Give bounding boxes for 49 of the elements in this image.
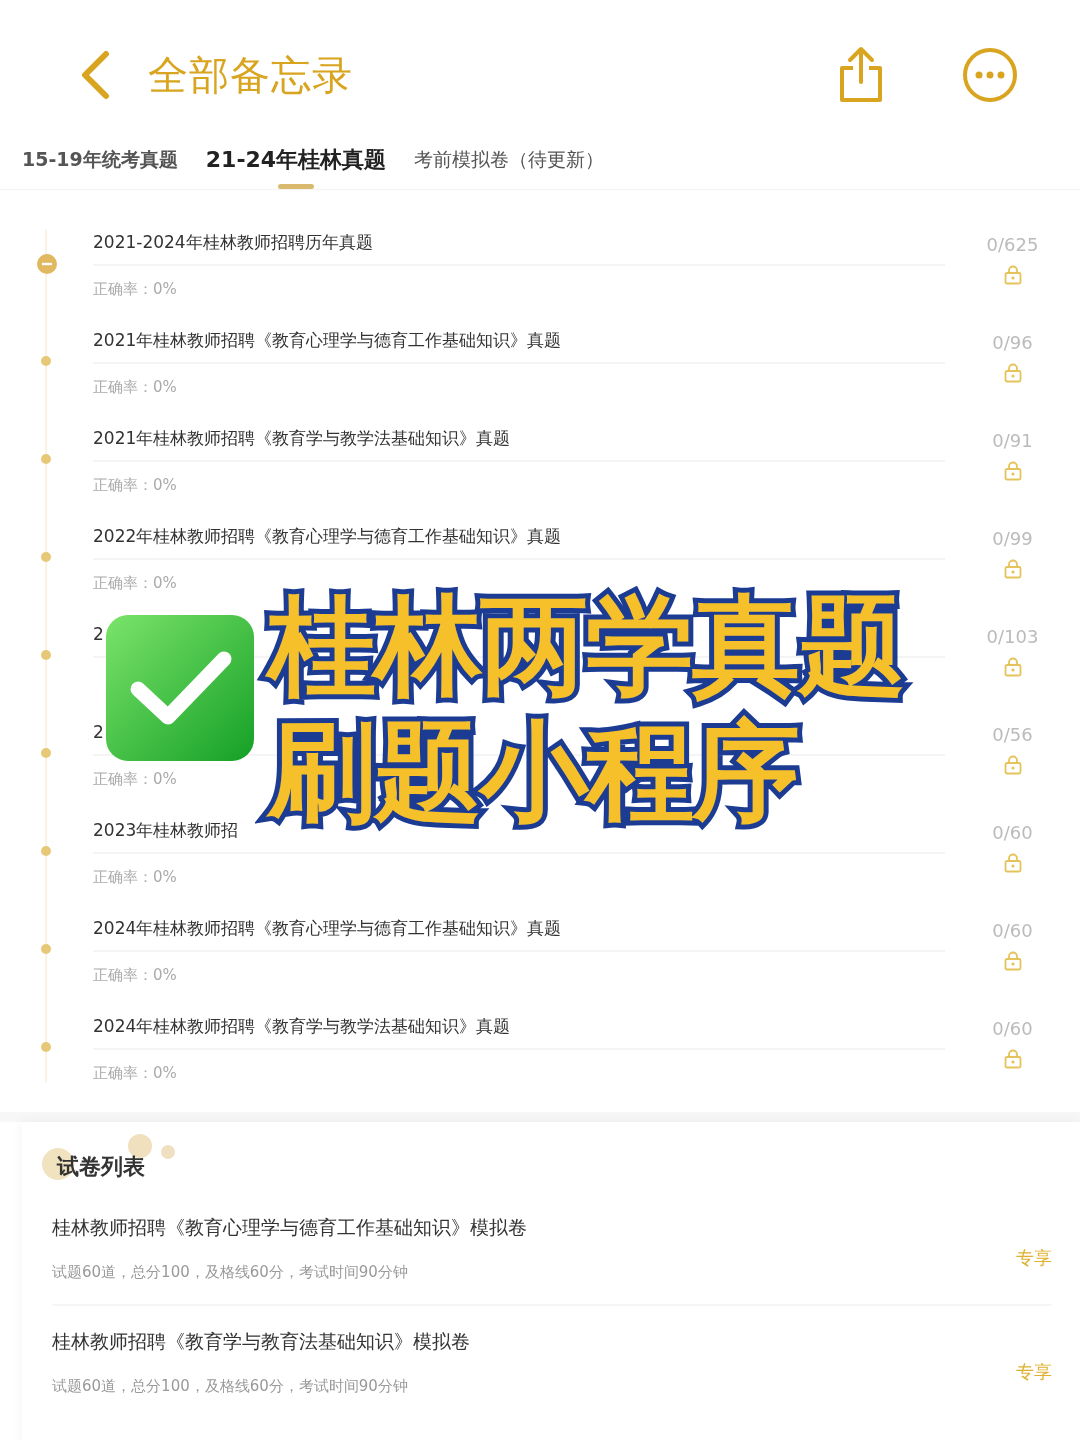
lock-icon	[1002, 363, 1023, 383]
progress-count: 0/625	[986, 234, 1039, 255]
tab[interactable]: 考前模拟卷（待更新）	[414, 146, 605, 187]
chapter-title[interactable]: 2021年桂林教师招聘《教育心理学与德育工作基础知识》真题	[93, 328, 562, 352]
chapter-title[interactable]: 2023年桂林教师招	[93, 818, 239, 842]
tab[interactable]: 15-19年统考真题	[22, 146, 178, 187]
progress-count: 0/99	[992, 528, 1033, 549]
chapter-title[interactable]: 2024年桂林教师招聘《教育学与教学法基础知识》真题	[93, 1014, 511, 1038]
lock-icon	[1002, 461, 1023, 481]
chapter-title[interactable]: 2021-2024年桂林教师招聘历年真题	[93, 230, 373, 254]
tab[interactable]: 21-24年桂林真题	[205, 144, 387, 189]
progress-count: 0/91	[992, 430, 1033, 451]
lock-icon	[1002, 657, 1023, 677]
paper-title[interactable]: 桂林教师招聘《教育心理学与德育工作基础知识》模拟卷	[52, 1214, 1016, 1241]
progress-count: 0/96	[992, 332, 1033, 353]
accuracy-text: 正确率：0%	[93, 1064, 177, 1082]
chapter-title[interactable]: 2022年桂林教师招聘《教育心理学与德育工作基础知识》真题	[93, 524, 562, 548]
paper-info: 试题60道，总分100，及格线60分，考试时间90分钟	[52, 1262, 409, 1282]
paper-title[interactable]: 桂林教师招聘《教育学与教育法基础知识》模拟卷	[52, 1328, 1016, 1355]
accuracy-text: 正确率：0%	[93, 770, 177, 788]
lock-icon	[1002, 853, 1023, 873]
exclusive-label: 专享	[1016, 1246, 1052, 1270]
chapter-title[interactable]: 2	[93, 624, 104, 644]
paper-info: 试题60道，总分100，及格线60分，考试时间90分钟	[52, 1376, 409, 1396]
accuracy-text: 正确率：0%	[93, 280, 177, 298]
chapter-title[interactable]: 2024年桂林教师招聘《教育心理学与德育工作基础知识》真题	[93, 916, 562, 940]
lock-icon	[1002, 951, 1023, 971]
page-title: 全部备忘录	[148, 50, 353, 100]
progress-count: 0/56	[992, 724, 1033, 745]
progress-count: 0/60	[992, 822, 1033, 843]
more-icon[interactable]	[962, 47, 1018, 103]
accuracy-text: 正确率：0%	[93, 868, 177, 886]
chapter-title[interactable]: 2021年桂林教师招聘《教育学与教学法基础知识》真题	[93, 426, 511, 450]
accuracy-text: 正确率：0%	[93, 966, 177, 984]
lock-icon	[1002, 559, 1023, 579]
accuracy-text: 正确率：0%	[93, 476, 177, 494]
accuracy-text: 正确率：0%	[93, 574, 177, 592]
chapter-title[interactable]: 2	[93, 722, 104, 742]
section-heading: 试卷列表	[57, 1153, 145, 1181]
progress-count: 0/60	[992, 1018, 1033, 1039]
lock-icon	[1002, 265, 1023, 285]
collapse-icon[interactable]	[37, 254, 57, 274]
progress-count: 0/103	[986, 626, 1039, 647]
progress-count: 0/60	[992, 920, 1033, 941]
accuracy-text: 正确率：0%	[93, 378, 177, 396]
back-icon[interactable]	[80, 50, 110, 100]
exclusive-label: 专享	[1016, 1360, 1052, 1384]
lock-icon	[1002, 1049, 1023, 1069]
lock-icon	[1002, 755, 1023, 775]
